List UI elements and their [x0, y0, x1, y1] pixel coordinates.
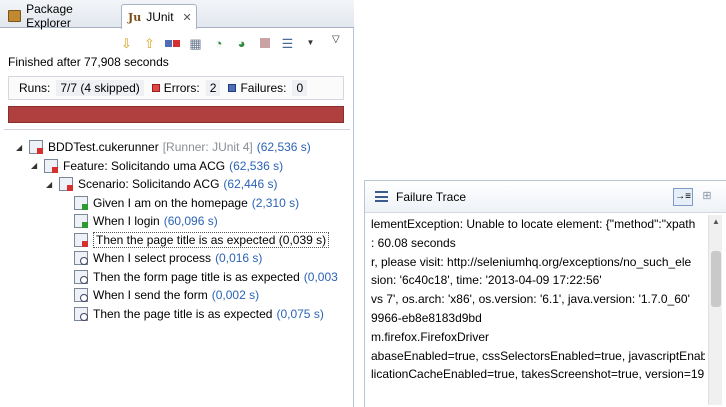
tree-node-step[interactable]: When I login (60,096 s): [74, 212, 218, 230]
tree-node-step[interactable]: When I select process (0,016 s): [74, 249, 262, 267]
test-suite-error-icon: [44, 158, 58, 173]
node-label: Scenario: Solicitando ACG: [78, 177, 220, 191]
tree-node-step[interactable]: Given I am on the homepage (2,310 s): [74, 194, 299, 212]
node-label: When I send the form: [93, 288, 208, 302]
test-skipped-icon: [74, 269, 88, 284]
test-skipped-icon: [74, 288, 88, 302]
runs-value: 7/7 (4 skipped): [56, 80, 144, 96]
scroll-thumb[interactable]: [711, 251, 721, 307]
previous-failure-icon[interactable]: ⇧: [141, 35, 158, 52]
trace-line: vs 7', os.arch: 'x86', os.version: '6.1'…: [371, 292, 690, 307]
tab-junit[interactable]: Ju JUnit ✕: [121, 4, 197, 29]
node-label: Then the page title is as expected (0,03…: [93, 231, 330, 248]
trace-line: 9966-eb8e8183d9bd: [371, 310, 482, 325]
rerun-test-icon[interactable]: ◔: [210, 35, 227, 52]
trace-line: lementException: Unable to locate elemen…: [371, 217, 696, 231]
stop-icon[interactable]: [256, 35, 273, 52]
node-time: (0,002 s): [211, 288, 260, 302]
collapse-icon[interactable]: ◢: [16, 143, 26, 152]
close-icon[interactable]: ✕: [183, 11, 192, 24]
counter-panel: Runs: 7/7 (4 skipped) Errors: 2 Failures…: [8, 76, 344, 100]
stack-trace-icon: [375, 191, 388, 202]
errors-label: Errors:: [163, 81, 200, 95]
vertical-scrollbar[interactable]: ▲: [708, 215, 722, 405]
progress-bar: [8, 106, 344, 123]
next-failure-icon[interactable]: ⇩: [118, 35, 135, 52]
failure-trace-title: Failure Trace: [396, 189, 467, 204]
tree-node-feature[interactable]: ◢ Feature: Solicitando uma ACG (62,536 s…: [31, 157, 283, 175]
node-time: (0,003: [303, 269, 338, 284]
show-failures-only-icon[interactable]: [164, 35, 181, 52]
trace-line: abaseEnabled=true, cssSelectorsEnabled=t…: [371, 348, 705, 363]
rerun-failed-first-icon[interactable]: ◕: [233, 35, 250, 52]
test-passed-icon: [74, 195, 88, 210]
view-menu-icon[interactable]: ▽: [332, 34, 340, 45]
trace-line: licationCacheEnabled=true, takesScreensh…: [371, 367, 705, 382]
failures-value: 0: [292, 80, 308, 96]
node-label: When I select process: [93, 251, 212, 265]
node-label: Feature: Solicitando uma ACG: [63, 158, 226, 173]
tree-node-step[interactable]: Then the page title is as expected (0,07…: [74, 305, 324, 323]
trace-line: : 60.08 seconds: [371, 235, 456, 250]
error-icon: [151, 84, 160, 92]
junit-toolbar: ⇩ ⇧ ▦ ◔ ◕ ☰ ▼: [118, 33, 319, 53]
node-time: (0,075 s): [276, 306, 324, 321]
node-time: (62,536 s): [229, 158, 284, 173]
tree-node-step[interactable]: Then the form page title is as expected …: [74, 268, 338, 286]
package-explorer-icon: [8, 10, 22, 22]
divider: [4, 129, 350, 130]
failure-trace-header: Failure Trace →≡ ⊞: [365, 181, 726, 213]
trace-line: sion: '6c40c18', time: '2013-04-09 17:22…: [371, 273, 602, 288]
failures-label: Failures:: [240, 81, 287, 95]
trace-line: m.firefox.FirefoxDriver: [371, 329, 490, 344]
test-error-icon: [74, 232, 88, 247]
failure-icon: [228, 84, 237, 92]
collapse-icon[interactable]: ◢: [31, 161, 41, 170]
node-time: (62,446 s): [223, 177, 278, 191]
test-passed-icon: [74, 214, 88, 228]
run-status: Finished after 77,908 seconds: [8, 55, 169, 69]
node-time: (62,536 s): [256, 140, 311, 154]
tab-bar: Package Explorer Ju JUnit ✕: [0, 0, 354, 30]
tab-label: JUnit: [146, 10, 174, 24]
scroll-lock-icon[interactable]: ▦: [187, 35, 204, 52]
tab-package-explorer[interactable]: Package Explorer: [2, 2, 120, 30]
collapse-icon[interactable]: ◢: [46, 180, 56, 189]
scroll-up-icon[interactable]: ▲: [709, 215, 723, 229]
test-run-history-icon[interactable]: ☰: [279, 35, 296, 52]
failure-trace-text[interactable]: lementException: Unable to locate elemen…: [371, 215, 705, 405]
node-label: When I login: [93, 214, 160, 228]
node-time: (0,016 s): [215, 251, 263, 265]
node-label: BDDTest.cukerunner: [48, 140, 159, 154]
compare-result-icon[interactable]: ⊞: [699, 188, 715, 206]
test-suite-error-icon: [29, 140, 43, 154]
trace-line: r, please visit: http://seleniumhq.org/e…: [371, 254, 692, 269]
test-suite-error-icon: [59, 177, 73, 191]
failure-trace-panel: Failure Trace →≡ ⊞ lementException: Unab…: [364, 180, 726, 407]
node-label: Given I am on the homepage: [93, 195, 248, 210]
tree-node-step-selected[interactable]: Then the page title is as expected (0,03…: [74, 231, 330, 249]
errors-value: 2: [205, 80, 221, 96]
node-label: Then the page title is as expected: [93, 306, 273, 321]
tree-node-runner[interactable]: ◢ BDDTest.cukerunner [Runner: JUnit 4] (…: [16, 138, 311, 156]
test-skipped-icon: [74, 251, 88, 265]
history-dropdown-icon[interactable]: ▼: [302, 35, 319, 52]
node-label: Then the form page title is as expected: [93, 269, 300, 284]
node-time: (60,096 s): [163, 214, 218, 228]
runner-meta: [Runner: JUnit 4]: [162, 140, 253, 154]
junit-icon: Ju: [128, 10, 142, 24]
runs-label: Runs:: [19, 81, 51, 95]
test-skipped-icon: [74, 306, 88, 321]
tree-node-step[interactable]: When I send the form (0,002 s): [74, 286, 259, 304]
tree-node-scenario[interactable]: ◢ Scenario: Solicitando ACG (62,446 s): [46, 175, 277, 193]
filter-stack-trace-icon[interactable]: →≡: [673, 188, 693, 206]
node-time: (2,310 s): [251, 195, 300, 210]
junit-view: Package Explorer Ju JUnit ✕ ⇩ ⇧ ▦ ◔ ◕ ☰ …: [0, 0, 354, 407]
tab-label: Package Explorer: [26, 2, 73, 30]
